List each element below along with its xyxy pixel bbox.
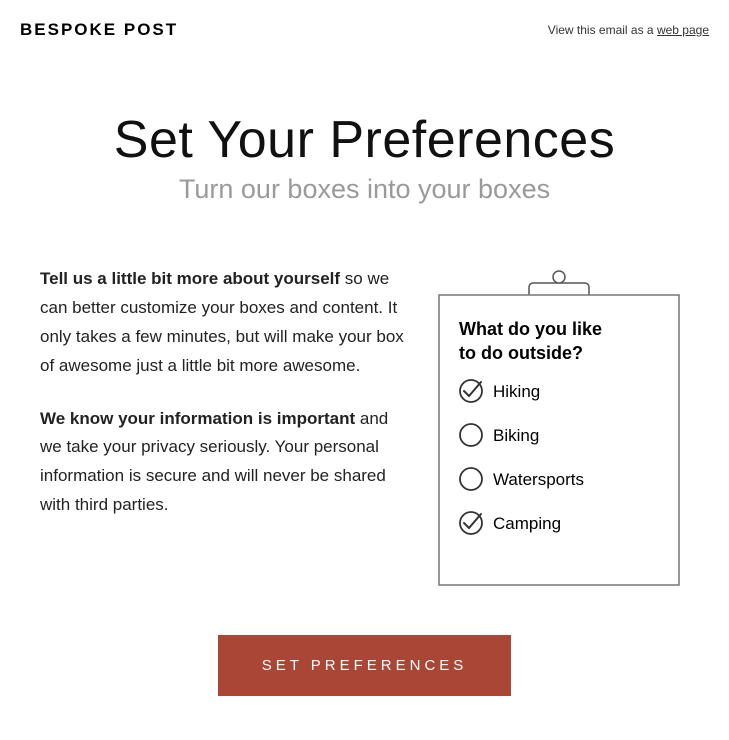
page-title: Set Your Preferences	[20, 110, 709, 170]
body-text-column: Tell us a little bit more about yourself…	[40, 265, 409, 595]
option-label: Watersports	[493, 470, 584, 489]
option-label: Biking	[493, 426, 539, 445]
paragraph-1-lead: Tell us a little bit more about yourself	[40, 269, 340, 288]
clipboard-illustration: What do you like to do outside? Hiking B…	[429, 265, 689, 595]
clipboard-column: What do you like to do outside? Hiking B…	[429, 265, 689, 595]
paragraph-2: We know your information is important an…	[40, 405, 409, 521]
clipboard-question-line1: What do you like	[459, 319, 602, 339]
view-as-webpage: View this email as a web page	[548, 23, 709, 37]
hero-section: Set Your Preferences Turn our boxes into…	[0, 50, 729, 235]
option-label: Camping	[493, 514, 561, 533]
cta-section: SET PREFERENCES	[0, 615, 729, 726]
brand-logo: BESPOKE POST	[20, 20, 178, 40]
set-preferences-button[interactable]: SET PREFERENCES	[218, 635, 512, 696]
paragraph-2-lead: We know your information is important	[40, 409, 355, 428]
content-row: Tell us a little bit more about yourself…	[0, 235, 729, 615]
paragraph-1: Tell us a little bit more about yourself…	[40, 265, 409, 381]
web-page-link[interactable]: web page	[657, 23, 709, 37]
email-header: BESPOKE POST View this email as a web pa…	[0, 0, 729, 50]
option-label: Hiking	[493, 382, 540, 401]
page-subtitle: Turn our boxes into your boxes	[20, 174, 709, 205]
view-as-prefix: View this email as a	[548, 23, 657, 37]
clipboard-question-line2: to do outside?	[459, 343, 583, 363]
